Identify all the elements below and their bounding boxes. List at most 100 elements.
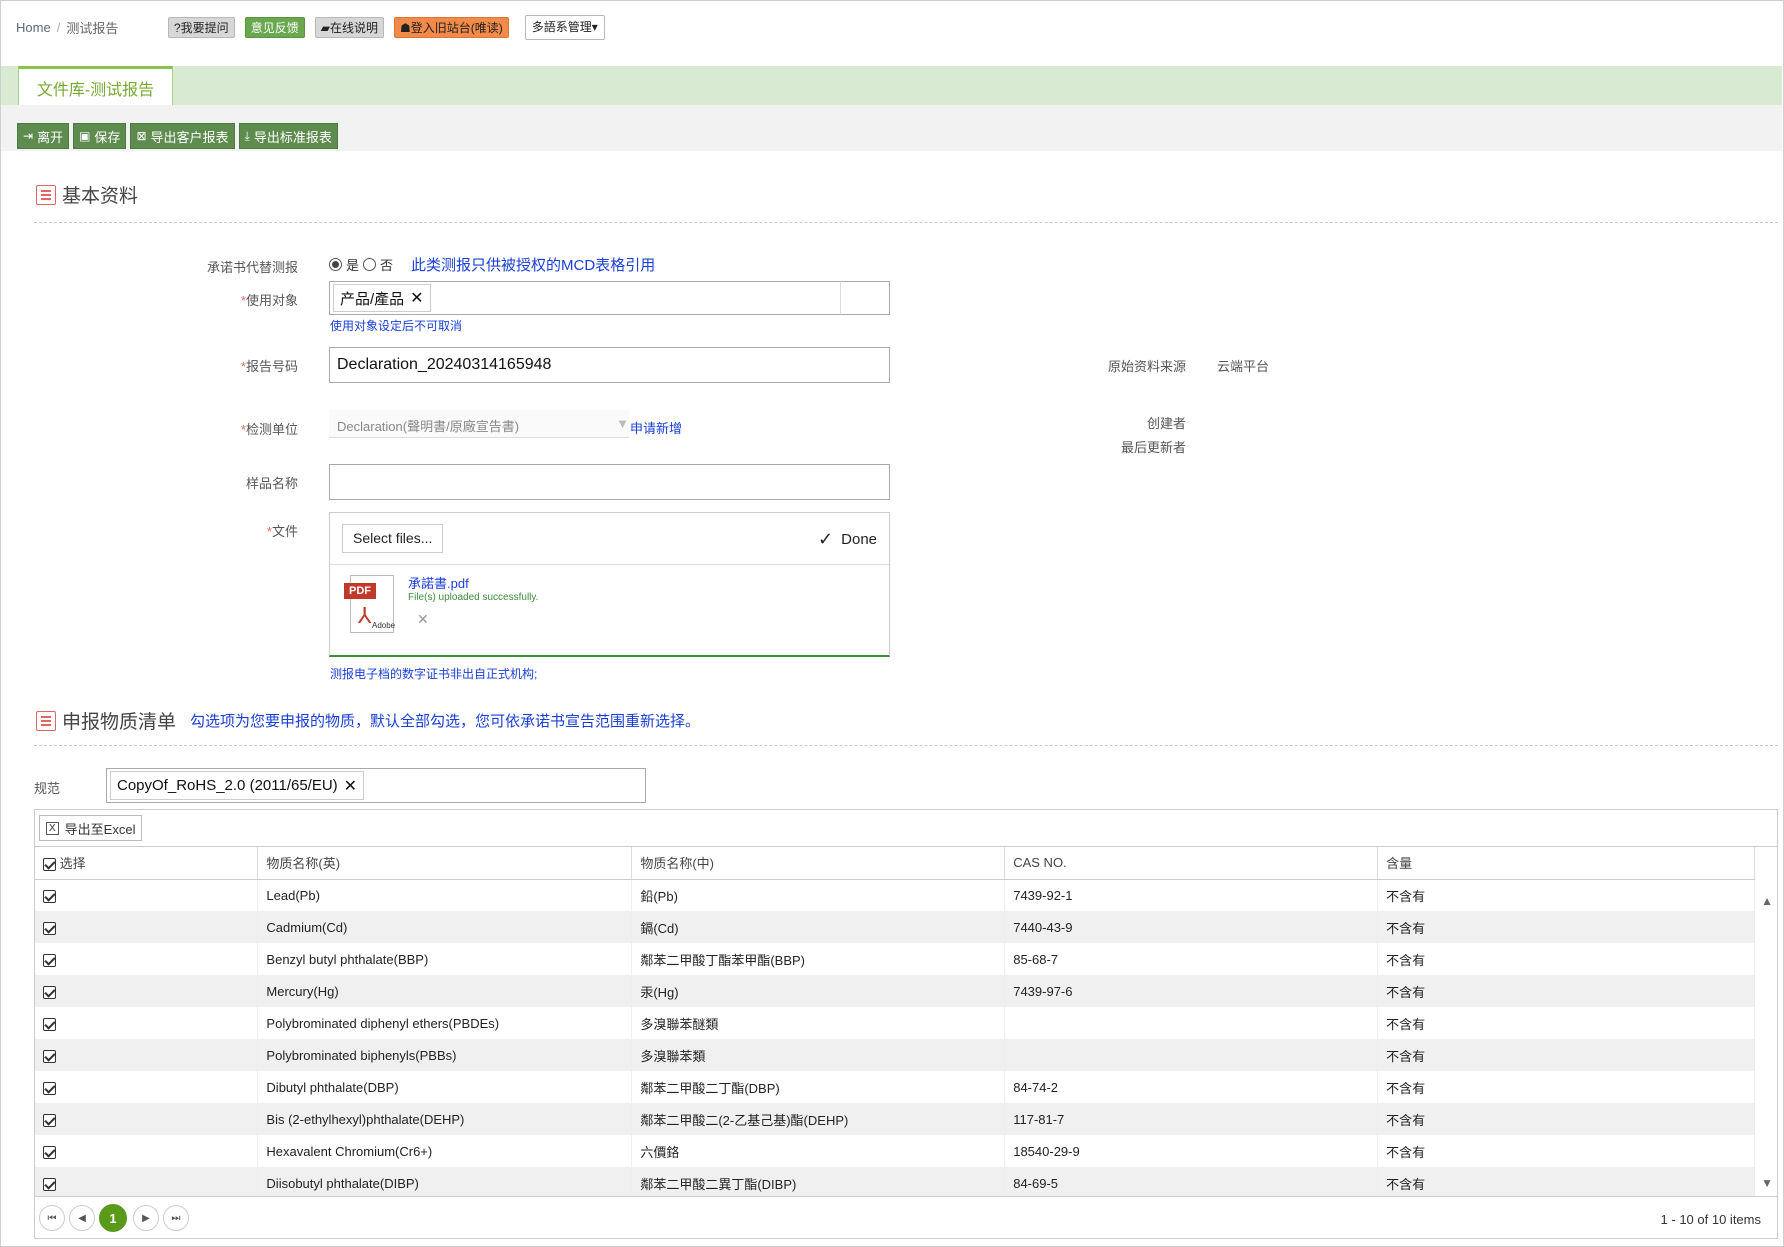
row-select-cell bbox=[35, 943, 259, 975]
spec-label: 规范 bbox=[34, 781, 61, 796]
cell-amount: 不含有 bbox=[1377, 1007, 1755, 1039]
remove-tag-icon[interactable]: ✕ bbox=[410, 288, 423, 308]
adobe-label: Adobe bbox=[372, 621, 396, 630]
first-page-icon[interactable]: ⏮ bbox=[39, 1205, 65, 1231]
prev-page-icon[interactable]: ◀ bbox=[69, 1205, 95, 1231]
cell-name-zh: 鄰苯二甲酸二(2-乙基己基)酯(DEHP) bbox=[631, 1103, 1006, 1135]
file-label-text: 文件 bbox=[271, 524, 298, 539]
commit-yes-radio[interactable] bbox=[329, 258, 342, 271]
cell-amount: 不含有 bbox=[1377, 911, 1755, 943]
excel-icon: ⊠ bbox=[136, 129, 147, 143]
target-hint: 使用对象设定后不可取消 bbox=[330, 319, 463, 333]
column-name-en[interactable]: 物质名称(英) bbox=[257, 847, 633, 880]
remove-tag-icon[interactable]: ✕ bbox=[344, 776, 357, 796]
breadcrumb-home[interactable]: Home bbox=[16, 20, 51, 35]
uploaded-file-link[interactable]: 承諾書.pdf bbox=[408, 573, 469, 592]
export-standard-label: 导出标准报表 bbox=[253, 129, 332, 145]
table-header-row: 选择 物质名称(英) 物质名称(中) CAS NO. 含量 bbox=[35, 847, 1755, 880]
row-checkbox[interactable] bbox=[43, 1145, 56, 1159]
remove-file-icon[interactable]: ✕ bbox=[417, 611, 429, 628]
next-page-icon[interactable]: ▶ bbox=[133, 1205, 159, 1231]
list-icon bbox=[36, 710, 56, 731]
leave-button[interactable]: ⇥ 离开 bbox=[17, 123, 70, 149]
row-select-cell bbox=[35, 1167, 259, 1199]
old-site-label: 登入旧站台(唯读) bbox=[410, 21, 503, 35]
sitemap-icon: ☗ bbox=[399, 21, 411, 35]
tab-test-report[interactable]: 文件库-测试报告 bbox=[18, 66, 173, 106]
breadcrumb: Home / 测试报告 bbox=[16, 12, 118, 42]
row-checkbox[interactable] bbox=[43, 1177, 56, 1191]
row-checkbox[interactable] bbox=[43, 1017, 56, 1031]
cell-name-zh: 多溴聯苯醚類 bbox=[631, 1007, 1006, 1039]
lab-label: *检测单位 bbox=[240, 422, 298, 437]
check-icon: ✓ bbox=[818, 529, 834, 549]
table-row: Benzyl butyl phthalate(BBP) 鄰苯二甲酸丁酯苯甲酯(BB… bbox=[35, 943, 1755, 975]
upload-status: ✓ Done bbox=[818, 529, 877, 550]
cell-cas: 7439-92-1 bbox=[1004, 879, 1379, 911]
column-amount[interactable]: 含量 bbox=[1377, 847, 1755, 880]
row-select-cell bbox=[35, 911, 259, 943]
column-name-zh[interactable]: 物质名称(中) bbox=[631, 847, 1006, 880]
feedback-button[interactable]: 意见反馈 bbox=[244, 17, 305, 38]
column-cas[interactable]: CAS NO. bbox=[1004, 847, 1379, 880]
row-checkbox[interactable] bbox=[43, 953, 56, 967]
cell-name-en: Lead(Pb) bbox=[257, 879, 633, 911]
source-label: 原始资料来源 bbox=[1107, 359, 1186, 374]
row-checkbox[interactable] bbox=[43, 889, 56, 903]
save-button[interactable]: ▣ 保存 bbox=[73, 123, 127, 149]
table-row: Polybrominated diphenyl ethers(PBDEs) 多溴聯… bbox=[35, 1007, 1755, 1039]
language-dropdown[interactable]: 多語系管理▾ bbox=[524, 15, 605, 40]
row-select-cell bbox=[35, 1135, 259, 1167]
lab-select[interactable]: Declaration(聲明書/原廠宣告書) ▼ bbox=[329, 410, 629, 438]
basic-info-title: 基本资料 bbox=[62, 186, 139, 207]
spec-tag: CopyOf_RoHS_2.0 (2011/65/EU) ✕ bbox=[110, 771, 365, 800]
row-checkbox[interactable] bbox=[43, 1081, 56, 1095]
select-all-checkbox[interactable] bbox=[43, 858, 56, 872]
commit-no-label: 否 bbox=[380, 258, 394, 273]
sample-name-input[interactable] bbox=[329, 464, 890, 500]
row-checkbox[interactable] bbox=[43, 985, 56, 999]
lab-apply-link[interactable]: 申请新增 bbox=[630, 418, 682, 437]
table-body: Lead(Pb) 鉛(Pb) 7439-92-1 不含有 Cadmium(Cd) 鎘(Cd… bbox=[35, 879, 1755, 1199]
row-checkbox[interactable] bbox=[43, 921, 56, 935]
sign-out-icon: ⇥ bbox=[23, 129, 34, 143]
current-page-button[interactable]: 1 bbox=[99, 1204, 127, 1232]
pdf-badge: PDF bbox=[344, 583, 376, 599]
commit-no-radio[interactable] bbox=[363, 258, 377, 271]
scroll-down-icon[interactable]: ▼ bbox=[1761, 1176, 1773, 1190]
cell-amount: 不含有 bbox=[1377, 1071, 1755, 1103]
ask-question-button[interactable]: ?我要提问 bbox=[168, 17, 235, 38]
export-excel-button[interactable]: X 导出至Excel bbox=[39, 815, 143, 841]
commit-note: 此类测报只供被授权的MCD表格引用 bbox=[411, 257, 656, 274]
manual-button[interactable]: ▰在线说明 bbox=[314, 17, 384, 38]
cell-name-en: Polybrominated biphenyls(PBBs) bbox=[257, 1039, 633, 1071]
leave-label: 离开 bbox=[37, 129, 64, 145]
last-page-icon[interactable]: ⏭ bbox=[163, 1205, 189, 1231]
substances-header: 申报物质清单 勾选项为您要申报的物质，默认全部勾选，您可依承诺书宣告范围重新选择… bbox=[36, 707, 700, 734]
cell-amount: 不含有 bbox=[1377, 1167, 1755, 1199]
export-excel-label: 导出至Excel bbox=[64, 821, 136, 837]
old-site-button[interactable]: ☗登入旧站台(唯读) bbox=[393, 17, 509, 38]
export-standard-button[interactable]: ⤓ 导出标准报表 bbox=[238, 123, 338, 149]
cell-name-en: Dibutyl phthalate(DBP) bbox=[257, 1071, 633, 1103]
report-number-input[interactable]: Declaration_20240314165948 bbox=[329, 347, 890, 383]
commit-label: 承诺书代替测报 bbox=[206, 260, 298, 275]
row-select-cell bbox=[35, 1103, 259, 1135]
export-customer-button[interactable]: ⊠ 导出客户报表 bbox=[130, 123, 235, 149]
select-files-button[interactable]: Select files... bbox=[342, 524, 444, 553]
commit-yes-label: 是 bbox=[346, 258, 360, 273]
cell-cas: 85-68-7 bbox=[1004, 943, 1379, 975]
row-checkbox[interactable] bbox=[43, 1049, 56, 1063]
pdf-file-icon: PDF ⅄ Adobe bbox=[344, 575, 396, 635]
top-actions: ?我要提问 意见反馈 ▰在线说明 ☗登入旧站台(唯读) 多語系管理▾ bbox=[168, 15, 605, 40]
cell-amount: 不含有 bbox=[1377, 879, 1755, 911]
scroll-up-icon[interactable]: ▲ bbox=[1761, 894, 1773, 908]
row-checkbox[interactable] bbox=[43, 1113, 56, 1127]
updater-label: 最后更新者 bbox=[1120, 440, 1186, 455]
cell-cas: 7440-43-9 bbox=[1004, 911, 1379, 943]
export-customer-label: 导出客户报表 bbox=[150, 129, 229, 145]
basic-info-header: 基本资料 bbox=[36, 181, 138, 208]
cell-name-zh: 鄰苯二甲酸二異丁酯(DIBP) bbox=[631, 1167, 1006, 1199]
row-select-cell bbox=[35, 1039, 259, 1071]
column-select[interactable]: 选择 bbox=[35, 847, 259, 880]
